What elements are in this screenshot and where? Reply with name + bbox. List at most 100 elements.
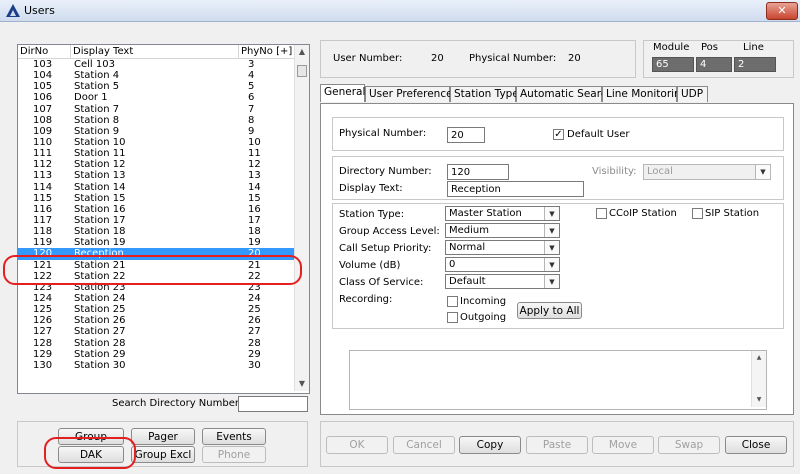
physical-number-input[interactable]: 20 (447, 127, 485, 143)
scroll-thumb[interactable] (297, 65, 307, 77)
list-scrollbar[interactable]: ▲ ▼ (294, 45, 309, 391)
default-user-checkbox[interactable]: ✓ (553, 129, 564, 140)
cancel-button[interactable]: Cancel (393, 436, 455, 454)
call-setup-select[interactable]: Normal ▼ (445, 240, 560, 255)
tab-udp[interactable]: UDP (677, 86, 708, 102)
display-text-cell: Station 25 (74, 304, 126, 316)
table-row[interactable]: 119 Station 19 19 (18, 237, 294, 248)
table-row[interactable]: 115 Station 15 15 (18, 193, 294, 204)
display-text-cell: Station 27 (74, 326, 126, 338)
physical-number-field-label: Physical Number: (339, 128, 427, 139)
copy-button[interactable]: Copy (459, 436, 521, 454)
table-row[interactable]: 110 Station 10 10 (18, 137, 294, 148)
phyno-cell: 4 (248, 70, 255, 82)
incoming-checkbox[interactable] (447, 296, 458, 307)
table-row[interactable]: 104 Station 4 4 (18, 70, 294, 81)
scroll-up-icon[interactable]: ▲ (752, 351, 766, 365)
users-list[interactable]: DirNo Display Text PhyNo [+] 103 Cell 103… (17, 44, 310, 394)
class-of-service-label: Class Of Service: (339, 277, 424, 288)
table-row[interactable]: 116 Station 16 16 (18, 204, 294, 215)
phyno-cell: 7 (248, 103, 255, 115)
display-text-cell: Door 1 (74, 92, 108, 104)
table-row[interactable]: 117 Station 17 17 (18, 215, 294, 226)
close-button[interactable]: Close (725, 436, 787, 454)
table-row[interactable]: 106 Door 1 6 (18, 92, 294, 103)
display-text-cell: Station 12 (74, 159, 126, 171)
group-access-select[interactable]: Medium ▼ (445, 223, 560, 238)
scroll-down-icon[interactable]: ▼ (295, 377, 309, 391)
module-label: Module (653, 42, 690, 53)
sip-station-checkbox[interactable] (692, 208, 703, 219)
table-row[interactable]: 118 Station 18 18 (18, 226, 294, 237)
dirno-cell: 111 (33, 148, 53, 160)
phone-button[interactable]: Phone (202, 446, 266, 463)
pager-button[interactable]: Pager (131, 428, 195, 445)
table-row[interactable]: 109 Station 9 9 (18, 126, 294, 137)
notes-textarea[interactable]: ▲ ▼ (349, 350, 767, 410)
table-row[interactable]: 114 Station 14 14 (18, 182, 294, 193)
display-text-cell: Station 28 (74, 337, 126, 349)
swap-button[interactable]: Swap (658, 436, 720, 454)
dirno-cell: 112 (33, 159, 53, 171)
user-number-label: User Number: (333, 53, 403, 64)
dirno-cell: 129 (33, 348, 53, 360)
class-of-service-select[interactable]: Default ▼ (445, 274, 560, 289)
table-row[interactable]: 124 Station 24 24 (18, 293, 294, 304)
phyno-cell: 28 (248, 337, 261, 349)
group-access-value: Medium (449, 225, 489, 236)
list-rows: 103 Cell 103 3 104 Station 4 4 105 Station 5 5 10… (18, 59, 294, 371)
display-text-input[interactable]: Reception (447, 181, 584, 197)
ok-button[interactable]: OK (326, 436, 388, 454)
class-of-service-value: Default (449, 276, 486, 287)
table-row[interactable]: 108 Station 8 8 (18, 115, 294, 126)
display-text-cell: Station 11 (74, 148, 126, 160)
table-row[interactable]: 130 Station 30 30 (18, 360, 294, 371)
phyno-cell: 15 (248, 192, 261, 204)
paste-button[interactable]: Paste (526, 436, 588, 454)
dirno-cell: 127 (33, 326, 53, 338)
search-directory-input[interactable] (238, 396, 308, 412)
title-bar: Users ✕ (0, 0, 800, 22)
module-field: 65 (652, 57, 694, 72)
phyno-cell: 9 (248, 125, 255, 137)
table-row[interactable]: 128 Station 28 28 (18, 338, 294, 349)
window-close-button[interactable]: ✕ (766, 2, 798, 20)
events-button[interactable]: Events (202, 428, 266, 445)
notes-scrollbar[interactable]: ▲ ▼ (751, 351, 766, 407)
table-row[interactable]: 103 Cell 103 3 (18, 59, 294, 70)
move-button[interactable]: Move (592, 436, 654, 454)
visibility-select[interactable]: Local ▼ (643, 164, 771, 180)
apply-to-all-button[interactable]: Apply to All (517, 302, 582, 319)
column-header-dirno[interactable]: DirNo (18, 45, 70, 58)
scroll-up-icon[interactable]: ▲ (295, 45, 309, 59)
group-excl-button[interactable]: Group Excl (131, 446, 195, 463)
outgoing-checkbox[interactable] (447, 312, 458, 323)
tab-station-type[interactable]: Station Type (450, 86, 519, 102)
dirno-cell: 107 (33, 103, 53, 115)
tab-automatic-search[interactable]: Automatic Search (516, 86, 613, 102)
table-row[interactable]: 105 Station 5 5 (18, 81, 294, 92)
table-row[interactable]: 126 Station 26 26 (18, 315, 294, 326)
table-row[interactable]: 113 Station 13 13 (18, 170, 294, 181)
tab-line-monitoring[interactable]: Line Monitoring (602, 86, 687, 102)
table-row[interactable]: 107 Station 7 7 (18, 104, 294, 115)
ccoip-station-checkbox[interactable] (596, 208, 607, 219)
group-access-label: Group Access Level: (339, 226, 440, 237)
table-row[interactable]: 111 Station 11 11 (18, 148, 294, 159)
table-row[interactable]: 127 Station 27 27 (18, 326, 294, 337)
phyno-cell: 26 (248, 315, 261, 327)
column-header-display-text[interactable]: Display Text (71, 45, 233, 58)
volume-select[interactable]: 0 ▼ (445, 257, 560, 272)
tab-user-preferences[interactable]: User Preferences (365, 86, 458, 102)
phyno-cell: 13 (248, 170, 261, 182)
station-type-select[interactable]: Master Station ▼ (445, 206, 560, 221)
table-row[interactable]: 129 Station 29 29 (18, 349, 294, 360)
physical-number-value: 20 (568, 53, 581, 64)
column-header-phyno[interactable]: PhyNo [+] (239, 45, 295, 58)
scroll-down-icon[interactable]: ▼ (752, 393, 766, 407)
dirno-cell: 117 (33, 214, 53, 226)
table-row[interactable]: 125 Station 25 25 (18, 304, 294, 315)
table-row[interactable]: 112 Station 12 12 (18, 159, 294, 170)
tab-general[interactable]: General (320, 84, 365, 102)
directory-number-input[interactable]: 120 (447, 164, 509, 180)
